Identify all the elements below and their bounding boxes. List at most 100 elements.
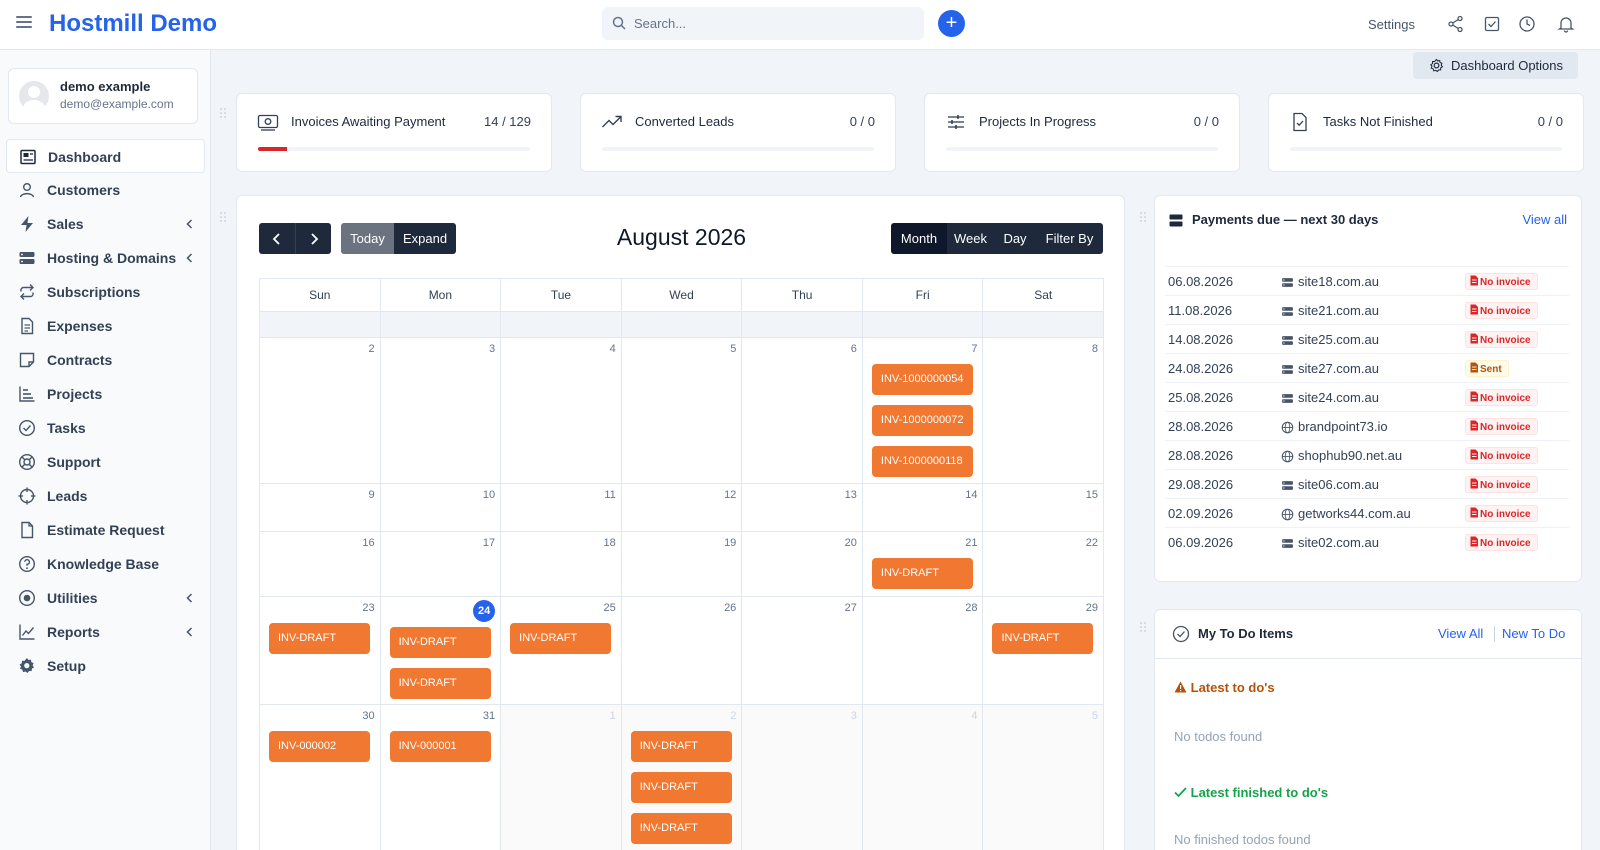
calendar-event[interactable]: INV-DRAFT — [269, 623, 370, 654]
date-number[interactable]: 14 — [965, 489, 977, 501]
calendar-day-cell[interactable]: 27 — [742, 597, 863, 704]
filter-by-button[interactable]: Filter By — [1036, 223, 1103, 254]
payment-row[interactable]: 11.08.2026 site21.com.au No invoice — [1165, 295, 1569, 324]
calendar-day-cell[interactable]: 13 — [742, 484, 863, 531]
calendar-day-cell[interactable]: 25 INV-DRAFT — [501, 597, 622, 704]
payment-service[interactable]: site21.com.au — [1298, 303, 1379, 318]
calendar-event[interactable]: INV-DRAFT — [389, 668, 491, 699]
view-month-button[interactable]: Month — [891, 223, 947, 254]
payment-service[interactable]: site27.com.au — [1298, 361, 1379, 376]
payment-row[interactable]: 02.09.2026 getworks44.com.au No invoice — [1165, 498, 1569, 527]
view-day-button[interactable]: Day — [994, 223, 1036, 254]
date-number[interactable]: 18 — [603, 537, 615, 549]
date-number[interactable]: 11 — [604, 489, 615, 501]
payment-service[interactable]: site02.com.au — [1298, 535, 1379, 550]
calendar-day-cell[interactable]: 1 — [501, 705, 622, 850]
calendar-day-cell[interactable]: 3 — [381, 338, 502, 483]
search-input[interactable] — [634, 7, 914, 40]
date-number[interactable]: 21 — [965, 537, 977, 549]
calendar-day-cell[interactable]: 7 INV-1000000054 INV-1000000072 INV-1000000… — [863, 338, 984, 483]
calendar-day-cell[interactable]: 24 INV-DRAFT INV-DRAFT — [381, 597, 502, 704]
drag-handle[interactable] — [1140, 212, 1148, 224]
date-number[interactable]: 2 — [730, 710, 736, 722]
date-number[interactable]: 5 — [1092, 710, 1098, 722]
sidebar-item-expenses[interactable]: Expenses — [6, 309, 205, 343]
date-number[interactable]: 17 — [483, 537, 495, 549]
payment-service[interactable]: getworks44.com.au — [1298, 506, 1411, 521]
calendar-day-cell[interactable]: 3 — [742, 705, 863, 850]
date-number[interactable]: 28 — [965, 602, 977, 614]
date-number[interactable]: 3 — [851, 710, 857, 722]
payment-row[interactable]: 28.08.2026 shophub90.net.au No invoice — [1165, 440, 1569, 469]
date-number[interactable]: 12 — [724, 489, 736, 501]
sidebar-item-customers[interactable]: Customers — [6, 173, 205, 207]
payment-row[interactable]: 29.08.2026 site06.com.au No invoice — [1165, 469, 1569, 498]
calendar-event[interactable]: INV-1000000072 — [871, 405, 973, 436]
view-week-button[interactable]: Week — [947, 223, 994, 254]
payment-service[interactable]: site24.com.au — [1298, 390, 1379, 405]
calendar-day-cell[interactable]: 9 — [260, 484, 381, 531]
today-date-number[interactable]: 24 — [473, 600, 496, 622]
calendar-day-cell[interactable]: 4 — [501, 338, 622, 483]
payment-row[interactable]: 06.08.2026 site18.com.au No invoice — [1165, 266, 1569, 295]
drag-handle[interactable] — [1140, 622, 1148, 634]
new-todo-link[interactable]: New To Do — [1502, 626, 1565, 641]
brand-logo[interactable]: Hostmill Demo — [49, 10, 217, 38]
stat-card-projects[interactable]: Projects In Progress 0 / 0 — [924, 93, 1240, 172]
payment-service[interactable]: site25.com.au — [1298, 332, 1379, 347]
date-number[interactable]: 31 — [483, 710, 495, 722]
date-number[interactable]: 25 — [603, 602, 615, 614]
sidebar-item-dashboard[interactable]: Dashboard — [6, 139, 205, 173]
sidebar-item-leads[interactable]: Leads — [6, 479, 205, 513]
sidebar-item-subscriptions[interactable]: Subscriptions — [6, 275, 205, 309]
sidebar-item-contracts[interactable]: Contracts — [6, 343, 205, 377]
date-number[interactable]: 6 — [851, 343, 857, 355]
checkbox-icon[interactable] — [1483, 15, 1501, 33]
settings-link[interactable]: Settings — [1368, 17, 1415, 32]
menu-icon[interactable] — [16, 16, 32, 30]
calendar-day-cell[interactable]: 11 — [501, 484, 622, 531]
stat-card-leads[interactable]: Converted Leads 0 / 0 — [580, 93, 896, 172]
calendar-day-cell[interactable]: 31 INV-000001 — [381, 705, 502, 850]
payment-service[interactable]: shophub90.net.au — [1298, 448, 1402, 463]
date-number[interactable]: 10 — [483, 489, 495, 501]
payment-service[interactable]: site06.com.au — [1298, 477, 1379, 492]
calendar-day-cell[interactable]: 2 INV-DRAFT INV-DRAFT INV-DRAFT — [621, 705, 743, 850]
date-number[interactable]: 3 — [489, 343, 495, 355]
calendar-day-cell[interactable]: 10 — [381, 484, 502, 531]
calendar-day-cell[interactable]: 4 — [862, 705, 984, 850]
quick-add-button[interactable]: + — [938, 10, 965, 37]
drag-handle[interactable] — [220, 212, 228, 224]
calendar-day-cell[interactable]: 2 — [260, 338, 381, 483]
calendar-day-cell[interactable]: 22 — [983, 532, 1105, 596]
payment-row[interactable]: 06.09.2026 site02.com.au No invoice — [1165, 527, 1569, 556]
calendar-day-cell[interactable]: 17 — [381, 532, 502, 596]
payment-row[interactable]: 28.08.2026 brandpoint73.io No invoice — [1165, 411, 1569, 440]
clock-icon[interactable] — [1518, 15, 1536, 33]
date-number[interactable]: 27 — [845, 602, 857, 614]
dashboard-options-button[interactable]: Dashboard Options — [1413, 52, 1578, 79]
sidebar-item-sales[interactable]: Sales — [6, 207, 205, 241]
calendar-event[interactable]: INV-1000000118 — [871, 446, 973, 477]
calendar-event[interactable]: INV-DRAFT — [630, 731, 732, 762]
payment-service[interactable]: brandpoint73.io — [1298, 419, 1388, 434]
calendar-event[interactable]: INV-DRAFT — [871, 558, 973, 589]
date-number[interactable]: 22 — [1086, 537, 1098, 549]
payment-row[interactable]: 25.08.2026 site24.com.au No invoice — [1165, 382, 1569, 411]
date-number[interactable]: 15 — [1086, 489, 1098, 501]
calendar-day-cell[interactable]: 19 — [622, 532, 743, 596]
calendar-event[interactable]: INV-DRAFT — [510, 623, 612, 654]
payments-view-all-link[interactable]: View all — [1522, 212, 1567, 227]
calendar-day-cell[interactable]: 5 — [622, 338, 743, 483]
calendar-day-cell[interactable]: 26 — [622, 597, 743, 704]
calendar-day-cell[interactable]: 29 INV-DRAFT — [983, 597, 1105, 704]
calendar-event[interactable]: INV-DRAFT — [992, 623, 1094, 654]
date-number[interactable]: 4 — [971, 710, 977, 722]
sidebar-item-tasks[interactable]: Tasks — [6, 411, 205, 445]
date-number[interactable]: 16 — [362, 537, 374, 549]
calendar-day-cell[interactable]: 15 — [983, 484, 1105, 531]
date-number[interactable]: 29 — [1086, 602, 1098, 614]
search-box[interactable] — [602, 7, 924, 40]
stat-card-tasks[interactable]: Tasks Not Finished 0 / 0 — [1268, 93, 1584, 172]
calendar-day-cell[interactable]: 5 — [983, 705, 1105, 850]
